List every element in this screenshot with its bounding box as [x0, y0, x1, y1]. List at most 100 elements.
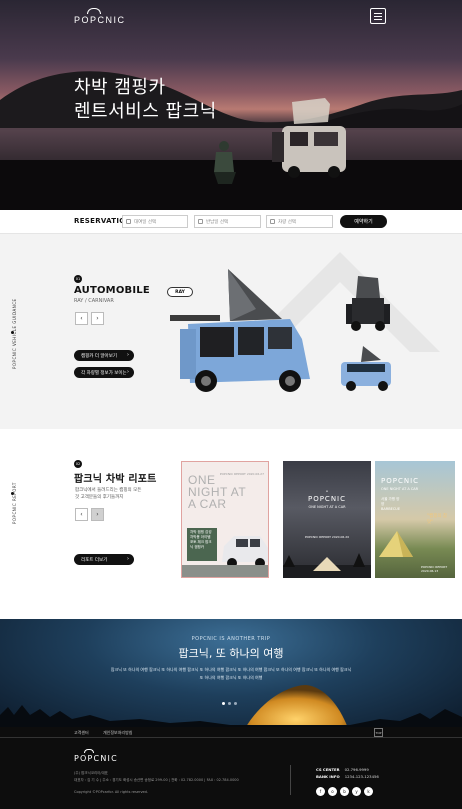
car-icon — [270, 219, 275, 224]
side-indicator — [11, 492, 14, 495]
section-title: 팝크닉 차박 리포트 — [74, 474, 157, 485]
cs-label: CS CENTER — [316, 767, 340, 772]
rental-date-placeholder: 대여일 선택 — [134, 219, 157, 225]
report-section: POPCNIC REPORT 02 팝크닉 차박 리포트 팝크닉에서 들려드리는… — [0, 429, 462, 619]
slide-indicator[interactable] — [222, 702, 237, 705]
tent-field-image — [379, 531, 413, 557]
next-button[interactable]: › — [91, 508, 104, 521]
footer: 고객센터 개인정보처리방침 TOP POPCNIC (주) 팝크닉코리아/대표 … — [0, 727, 462, 809]
automobile-section: POPCNIC VEHICLE GUIDANCE 01 AUTOMOBILE R… — [0, 234, 462, 429]
menu-line-icon — [374, 15, 382, 17]
banner-subtitle: POPCNIC IS ANOTHER TRIP — [191, 636, 271, 642]
card-logo: POPCNIC — [381, 477, 420, 485]
card-date: POPCNIC REPORT 2020.06.13 — [421, 565, 448, 573]
section-number: 01 — [74, 275, 82, 283]
report-card[interactable]: POPCNIC REPORT 2020.06.27 ONE NIGHT AT A… — [181, 461, 269, 578]
facebook-icon[interactable]: f — [316, 787, 325, 796]
card-caption-box: 차박 캠핑 감성 차박용 아이템 포토 체크 팝크닉 캠핑카 — [187, 528, 217, 561]
hero-banner: POPCNIC 차박 캠핑카 렌트서비스 팝크닉 — [0, 0, 462, 210]
report-card[interactable]: ⌂ POPCNIC ONE NIGHT AT A CAR POPCNIC REP… — [283, 461, 371, 578]
card-ground — [182, 565, 268, 577]
card-title: ONE NIGHT AT A CAR — [188, 473, 247, 511]
footer-logo-text: POPCNIC — [74, 754, 118, 763]
return-date-placeholder: 반납일 선택 — [206, 219, 229, 225]
forest-tent-image — [283, 553, 371, 578]
scroll-top-button[interactable]: TOP — [374, 728, 383, 737]
reservation-bar: RESERVATION 대여일 선택 반납일 선택 차량 선택 예약하기 — [0, 210, 462, 234]
logo-text: POPCNIC — [74, 15, 126, 25]
vehicle-select-field[interactable]: 차량 선택 — [266, 215, 333, 228]
kakao-icon[interactable]: k — [364, 787, 373, 796]
slide-dot[interactable] — [222, 702, 225, 705]
tent-logo-icon: ⌂ — [326, 489, 328, 493]
calendar-icon — [198, 219, 203, 224]
hero-title-line1: 차박 캠핑카 — [74, 77, 166, 98]
section-title: AUTOMOBILE — [74, 285, 150, 296]
more-campingcar-button[interactable]: 캠핑카 더 알아보기 › — [74, 350, 134, 361]
bank-label: BANK INFO — [316, 774, 340, 779]
footer-link-cs[interactable]: 고객센터 — [74, 730, 89, 736]
cs-value: 02.796.9999 — [344, 767, 369, 772]
chevron-right-icon: › — [127, 352, 129, 358]
card-subtitle: ONE NIGHT AT A CAR — [381, 487, 419, 491]
person-silhouette — [214, 141, 236, 184]
prev-button[interactable]: ‹ — [75, 312, 88, 325]
bank-info: BANK INFO 1234-123-123456 — [316, 774, 379, 779]
pill-label: 리포트 더보기 — [81, 557, 108, 563]
chevron-right-icon: › — [127, 556, 129, 562]
next-button[interactable]: › — [91, 312, 104, 325]
footer-divider — [290, 765, 291, 795]
card-list: 서울 가평 양양 BARBECUE — [381, 497, 401, 511]
cs-center: CS CENTER 02.796.9999 — [316, 767, 369, 772]
car-front-image — [341, 346, 391, 391]
card-subtitle: ONE NIGHT AT A CAR — [308, 505, 346, 509]
banner-title: 팝크닉, 또 하나의 여행 — [178, 647, 284, 660]
camping-car-image — [272, 98, 346, 178]
slide-dot[interactable] — [228, 702, 231, 705]
hero-title-line2: 렌트서비스 팝크닉 — [74, 101, 217, 122]
car-roof-tent-image — [346, 276, 390, 331]
bank-value: 1234-123-123456 — [344, 774, 379, 779]
footer-links: 고객센터 개인정보처리방침 TOP — [0, 727, 462, 738]
site-logo[interactable]: POPCNIC — [74, 8, 124, 25]
chevron-right-icon: › — [127, 369, 129, 375]
tent-logo-icon — [87, 8, 101, 14]
prev-button[interactable]: ‹ — [75, 508, 88, 521]
reserve-button[interactable]: 예약하기 — [340, 215, 387, 228]
company-name: (주) 팝크닉코리아/대표 — [74, 771, 109, 775]
youtube-icon[interactable]: y — [352, 787, 361, 796]
section-subtitle: RAY / CARNIVAR — [74, 298, 114, 304]
card-caption: 차박 캠핑 감성 차박용 아이템 포토 체크 팝크닉 캠핑카 — [190, 530, 212, 549]
social-links: f o b y k — [316, 787, 373, 796]
slide-dot[interactable] — [234, 702, 237, 705]
side-label: POPCNIC REPORT — [12, 482, 17, 524]
calendar-icon — [126, 219, 131, 224]
vehicle-info-button[interactable]: 각 차량별 정보가 보이는 › — [74, 367, 134, 378]
hamburger-menu-button[interactable] — [370, 8, 386, 24]
report-card[interactable]: POPCNIC ONE NIGHT AT A CAR 서울 가평 양양 BARB… — [375, 461, 455, 578]
return-date-field[interactable]: 반납일 선택 — [194, 215, 261, 228]
pill-label: 각 차량별 정보가 보이는 — [81, 370, 127, 376]
ray-camping-car-image — [170, 269, 310, 392]
hero-title: 차박 캠핑카 렌트서비스 팝크닉 — [74, 76, 217, 124]
footer-logo[interactable]: POPCNIC — [74, 749, 118, 763]
more-report-button[interactable]: 리포트 더보기 › — [74, 554, 134, 565]
night-banner: POPCNIC IS ANOTHER TRIP 팝크닉, 또 하나의 여행 팝크… — [0, 619, 462, 727]
rental-date-field[interactable]: 대여일 선택 — [122, 215, 188, 228]
copyright: Copyright ©POPcarfor. All rights reserve… — [74, 790, 149, 794]
section-number: 02 — [74, 460, 82, 468]
card-logo: POPCNIC — [307, 495, 347, 503]
section-description: 팝크닉에서 들려드리는 캠핑의 모든 것 고객분들의 후기들까지 — [75, 488, 142, 500]
card-date: POPCNIC REPORT 2020.06.20 — [304, 535, 350, 539]
instagram-icon[interactable]: o — [328, 787, 337, 796]
mountain-silhouette — [0, 71, 462, 130]
side-indicator — [11, 331, 14, 334]
pill-label: 캠핑카 더 알아보기 — [81, 353, 117, 359]
vehicle-select-placeholder: 차량 선택 — [278, 219, 296, 225]
company-address: 대표자 : 김 기 수 | 주소 : 경기도 화성시 송산면 송정로 299-0… — [74, 778, 239, 782]
blog-icon[interactable]: b — [340, 787, 349, 796]
menu-line-icon — [374, 18, 382, 20]
menu-line-icon — [374, 12, 382, 14]
tent-logo-icon — [84, 749, 94, 753]
footer-link-privacy[interactable]: 개인정보처리방침 — [103, 730, 132, 736]
